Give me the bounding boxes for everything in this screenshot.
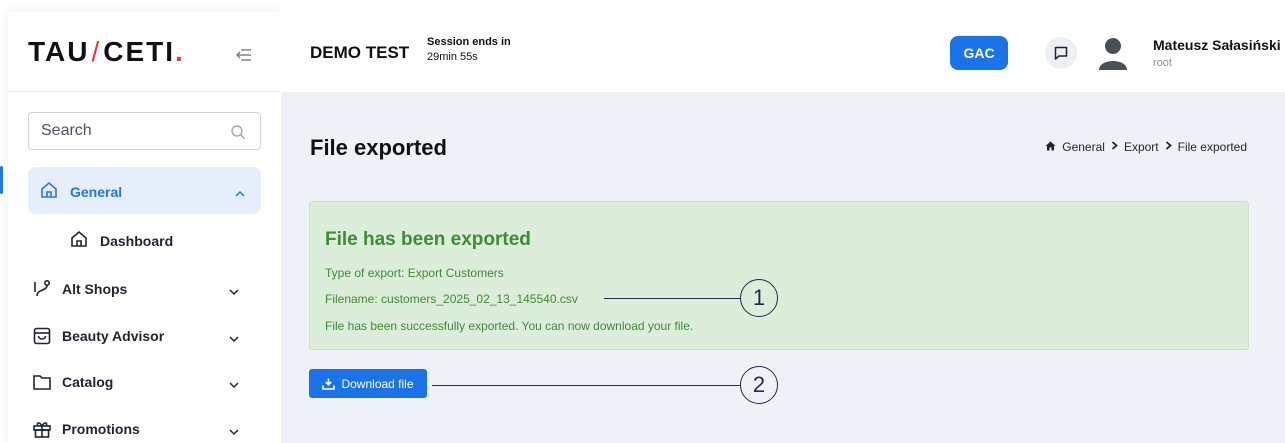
- branch-icon: [32, 279, 52, 299]
- avatar[interactable]: [1098, 36, 1128, 70]
- home-icon: [70, 230, 90, 250]
- sidebar-item-general[interactable]: General: [28, 167, 261, 214]
- alert-title: File has been exported: [325, 229, 531, 250]
- top-bar: DEMO TEST Session ends in 29min 55s GAC …: [281, 12, 1285, 92]
- breadcrumb-export[interactable]: Export: [1124, 140, 1159, 154]
- download-label: Download file: [341, 376, 414, 391]
- callout-line-2: [432, 385, 741, 386]
- breadcrumb-general[interactable]: General: [1062, 140, 1105, 154]
- active-indicator: [0, 166, 3, 194]
- brand-header: TAU/CETI.: [8, 12, 281, 92]
- sidebar-item-label: General: [70, 184, 123, 200]
- user-name[interactable]: Mateusz Sałasiński: [1153, 37, 1281, 53]
- success-alert: File has been exported Type of export: E…: [309, 201, 1249, 350]
- export-type-text: Type of export: Export Customers: [325, 266, 504, 280]
- callout-marker-2: 2: [740, 366, 778, 404]
- home-icon: [40, 181, 58, 204]
- filename-text: Filename: customers_2025_02_13_145540.cs…: [325, 292, 578, 306]
- collapse-sidebar-icon[interactable]: [234, 48, 252, 62]
- calendar-bag-icon: [32, 326, 52, 346]
- chevron-right-icon: [1165, 141, 1172, 153]
- page-title: File exported: [310, 135, 447, 160]
- chevron-down-icon: [229, 376, 239, 389]
- download-icon: [322, 378, 336, 390]
- folder-icon: [32, 372, 52, 392]
- chevron-right-icon: [1111, 141, 1118, 153]
- logo: TAU/CETI.: [28, 36, 185, 67]
- gift-icon: [32, 419, 52, 439]
- home-icon: [1045, 140, 1056, 154]
- breadcrumb-current: File exported: [1177, 140, 1247, 154]
- sidebar-item-beauty-advisor[interactable]: Beauty Advisor: [20, 318, 253, 354]
- sidebar-item-label: Catalog: [62, 374, 114, 390]
- sidebar-item-label: Alt Shops: [62, 281, 128, 297]
- sidebar-item-alt-shops[interactable]: Alt Shops: [20, 271, 253, 307]
- chevron-down-icon: [229, 423, 239, 436]
- chevron-down-icon: [229, 283, 239, 296]
- app-title: DEMO TEST: [310, 43, 410, 62]
- sidebar-item-label: Beauty Advisor: [62, 328, 165, 344]
- chat-icon: [1054, 46, 1068, 60]
- chat-button[interactable]: [1045, 37, 1077, 69]
- search-input[interactable]: Search: [28, 112, 261, 150]
- chevron-down-icon: [229, 330, 239, 343]
- callout-line-1: [604, 298, 741, 299]
- sidebar-item-label: Promotions: [62, 421, 140, 437]
- download-file-button[interactable]: Download file: [309, 369, 427, 398]
- gac-button[interactable]: GAC: [950, 36, 1008, 70]
- search-placeholder: Search: [41, 122, 92, 139]
- callout-marker-1: 1: [740, 279, 778, 317]
- sidebar-subitem-label: Dashboard: [100, 233, 174, 249]
- search-icon: [230, 124, 246, 140]
- breadcrumb: General Export File exported: [1045, 140, 1247, 154]
- sidebar-item-catalog[interactable]: Catalog: [20, 364, 253, 400]
- success-message: File has been successfully exported. You…: [325, 319, 694, 333]
- session-timer: 29min 55s: [427, 51, 478, 63]
- main-content: File exported General Export File export…: [281, 92, 1285, 443]
- sidebar-item-promotions[interactable]: Promotions: [20, 411, 253, 443]
- sidebar-subitem-dashboard[interactable]: Dashboard: [70, 225, 250, 255]
- user-role: root: [1153, 57, 1172, 69]
- chevron-up-icon: [235, 185, 245, 203]
- session-label: Session ends in: [427, 36, 511, 48]
